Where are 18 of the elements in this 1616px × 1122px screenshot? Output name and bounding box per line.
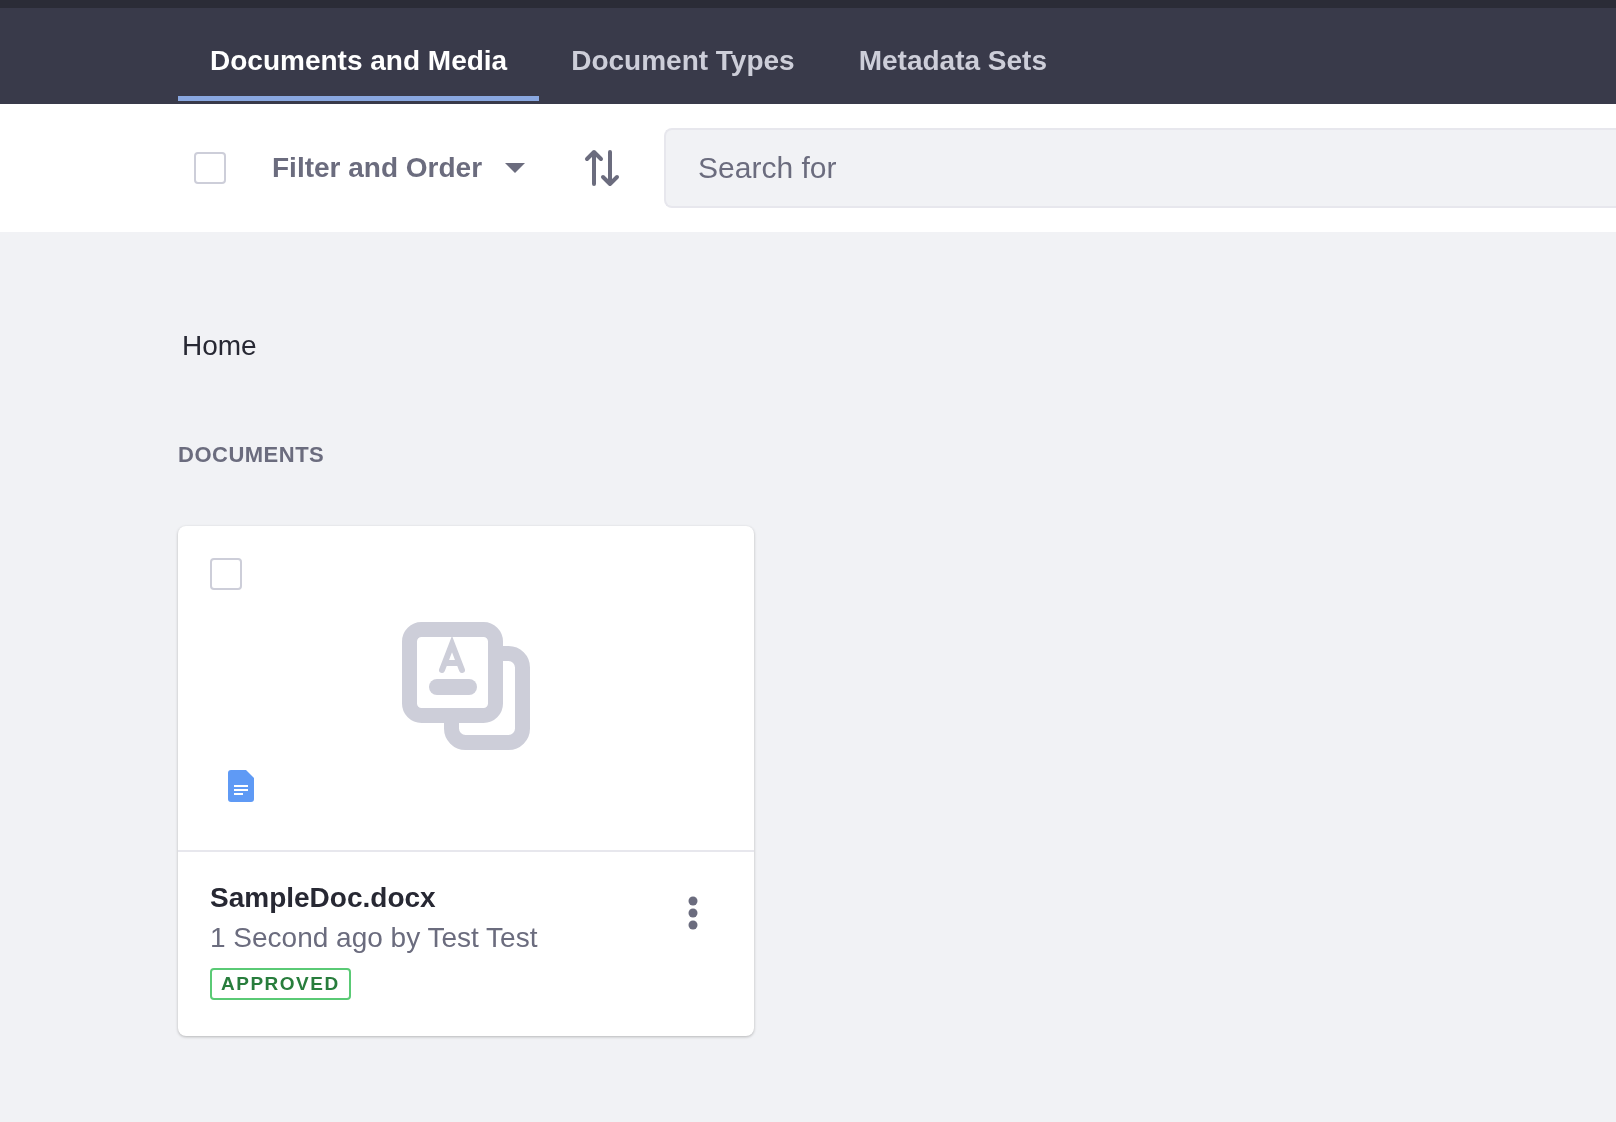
more-actions-icon[interactable] xyxy=(688,896,698,930)
nav-tab[interactable]: Metadata Sets xyxy=(826,8,1079,101)
breadcrumb-item[interactable]: Home xyxy=(182,330,257,362)
sort-button[interactable] xyxy=(584,149,621,187)
select-all-checkbox[interactable] xyxy=(194,152,226,184)
section-title: DOCUMENTS xyxy=(178,442,326,468)
document-card[interactable]: SampleDoc.docx 1 Second ago by Test Test APPROVED xyxy=(178,526,754,1036)
search-field[interactable]: Search for xyxy=(664,128,1616,208)
document-meta: 1 Second ago by Test Test xyxy=(210,922,538,954)
filter-dropdown[interactable]: Filter and Order xyxy=(272,152,527,184)
document-placeholder-icon xyxy=(402,622,530,750)
sort-arrows-icon xyxy=(584,149,621,187)
caret-icon xyxy=(504,162,527,174)
status-label: APPROVED xyxy=(210,968,351,1000)
card-checkbox[interactable] xyxy=(210,558,242,590)
nav-tab[interactable]: Document Types xyxy=(539,8,827,101)
document-title[interactable]: SampleDoc.docx xyxy=(210,882,538,914)
document-file-icon xyxy=(228,770,254,802)
